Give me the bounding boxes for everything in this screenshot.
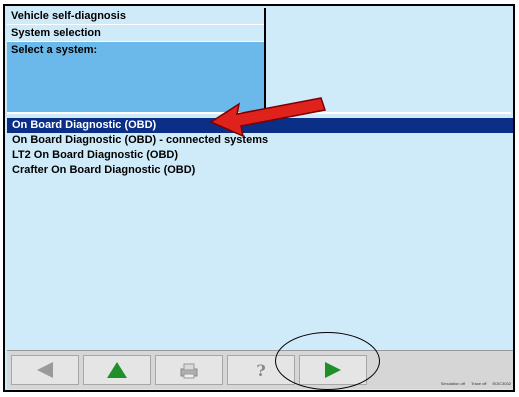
back-arrow-icon [37, 362, 53, 378]
toolbar: ? [7, 350, 513, 389]
trace-status: Trace off [470, 381, 487, 386]
header-subtitle: System selection [7, 25, 264, 42]
list-item[interactable]: Crafter On Board Diagnostic (OBD) [7, 163, 513, 178]
diagnosis-window: Vehicle self-diagnosis System selection … [3, 4, 515, 392]
up-arrow-icon [107, 362, 127, 378]
system-list: On Board Diagnostic (OBD) On Board Diagn… [7, 118, 513, 350]
status-code: EDIC3032 [492, 381, 511, 386]
header-title: Vehicle self-diagnosis [7, 8, 264, 25]
annotation-arrow-icon [209, 97, 326, 138]
print-button[interactable] [155, 355, 223, 385]
help-icon: ? [256, 360, 266, 380]
back-button[interactable] [11, 355, 79, 385]
status-bar: Simulation off Trace off EDIC3032 [441, 380, 511, 388]
up-button[interactable] [83, 355, 151, 385]
highlight-oval [275, 332, 380, 390]
simulation-status: Simulation off [440, 381, 465, 386]
list-item[interactable]: LT2 On Board Diagnostic (OBD) [7, 148, 513, 163]
print-icon [180, 363, 198, 379]
